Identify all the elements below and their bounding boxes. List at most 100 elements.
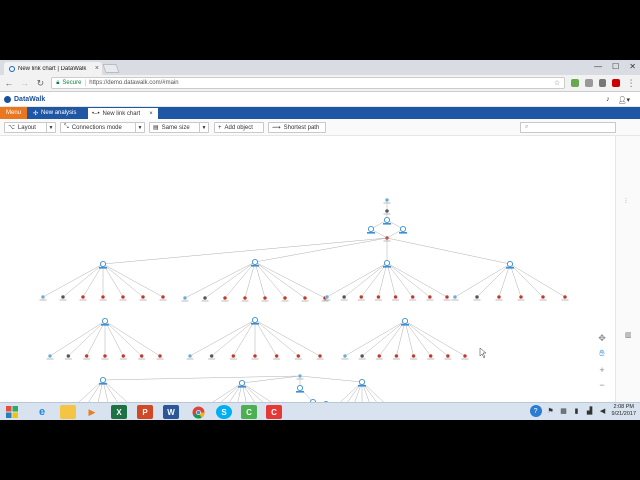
chrome-menu-icon[interactable]: ⋮ — [626, 78, 636, 89]
leaf-node[interactable] — [462, 353, 468, 359]
leaf-node[interactable] — [222, 295, 228, 301]
back-arrow-icon[interactable]: ← — [4, 78, 14, 88]
leaf-node[interactable] — [182, 295, 188, 301]
leaf-node[interactable] — [427, 294, 432, 300]
leaf-node[interactable] — [282, 295, 288, 301]
leaf-node[interactable] — [428, 353, 433, 359]
skype-icon[interactable]: S — [216, 405, 232, 419]
leaf-node[interactable] — [296, 353, 301, 359]
leaf-node[interactable] — [140, 294, 146, 300]
hub-node[interactable] — [251, 258, 259, 266]
leaf-node[interactable] — [160, 294, 166, 300]
hub-node[interactable] — [99, 260, 107, 268]
leaf-node[interactable] — [40, 294, 46, 300]
leaf-node[interactable] — [274, 353, 279, 359]
leaf-node[interactable] — [80, 294, 86, 300]
maximize-button[interactable]: ☐ — [612, 62, 619, 71]
hub-node[interactable] — [296, 384, 304, 392]
new-tab-button[interactable] — [102, 64, 120, 73]
leaf-node[interactable] — [359, 294, 364, 300]
leaf-node[interactable] — [444, 294, 450, 300]
leaf-node[interactable] — [445, 353, 450, 359]
leaf-node[interactable] — [342, 294, 347, 300]
leaf-node[interactable] — [302, 295, 308, 301]
leaf-node[interactable] — [209, 353, 214, 359]
help-icon[interactable]: ? — [529, 405, 542, 417]
volume-icon[interactable]: ◀︎ — [599, 407, 607, 416]
leaf-node[interactable] — [384, 208, 390, 214]
add-object-button[interactable]: + Add object — [214, 122, 264, 133]
tab-new-analysis[interactable]: ✣ New analysis — [30, 107, 84, 119]
camtasia-studio-icon[interactable]: C — [266, 405, 282, 419]
flag-icon[interactable]: ⚑ — [547, 407, 555, 416]
leaf-node[interactable] — [411, 353, 416, 359]
extension-icon[interactable] — [584, 79, 593, 87]
powerpoint-icon[interactable]: P — [137, 405, 153, 419]
leaf-node[interactable] — [120, 294, 126, 300]
hub-node[interactable] — [401, 317, 409, 325]
notification-bell-icon[interactable]: ♪ — [606, 96, 610, 104]
leaf-node[interactable] — [139, 353, 144, 359]
minimize-button[interactable]: — — [594, 62, 602, 71]
file-explorer-icon[interactable] — [60, 405, 76, 419]
layout-dropdown[interactable]: ⌥ Layout ▼ — [4, 122, 56, 133]
link-chart-canvas[interactable] — [0, 136, 615, 402]
hub-node[interactable] — [399, 225, 407, 233]
battery-icon[interactable]: ▮ — [573, 407, 581, 416]
leaf-node[interactable] — [540, 294, 546, 300]
leaf-node[interactable] — [496, 294, 502, 300]
tab-new-link-chart[interactable]: •–• New link chart × — [88, 108, 158, 119]
camtasia-recorder-icon[interactable]: C — [241, 405, 257, 419]
hub-node[interactable] — [383, 216, 391, 224]
url-field[interactable]: 🔒︎ Secure | https://demo.datawalk.com/#m… — [51, 77, 566, 89]
reload-icon[interactable]: ↻ — [35, 78, 45, 89]
close-window-button[interactable]: ✕ — [629, 62, 636, 71]
leaf-node[interactable] — [297, 373, 303, 379]
leaf-node[interactable] — [262, 295, 268, 301]
search-input[interactable]: ⌕ — [520, 122, 616, 133]
leaf-node[interactable] — [393, 294, 398, 300]
leaf-node[interactable] — [102, 353, 108, 359]
hub-node[interactable] — [99, 376, 107, 384]
extension-icon[interactable] — [571, 79, 579, 87]
leaf-node[interactable] — [360, 353, 365, 359]
media-player-icon[interactable]: ▶ — [84, 405, 100, 419]
hub-node[interactable] — [101, 317, 109, 325]
leaf-node[interactable] — [317, 353, 323, 359]
leaf-node[interactable] — [60, 294, 66, 300]
leaf-node[interactable] — [231, 353, 236, 359]
extension-icon[interactable] — [612, 79, 621, 87]
extension-icon[interactable] — [598, 79, 607, 87]
leaf-node[interactable] — [394, 353, 399, 359]
leaf-node[interactable] — [66, 353, 71, 359]
taskbar-clock[interactable]: 2:08 PM 9/21/2017 — [612, 404, 636, 418]
hand-tool-icon[interactable]: ✋︎ — [596, 347, 608, 359]
forward-arrow-icon[interactable]: → — [20, 78, 30, 88]
browser-tab[interactable]: New link chart | DataWalk × — [4, 62, 102, 75]
bookmark-star-icon[interactable]: ☆ — [554, 79, 560, 87]
leaf-node[interactable] — [84, 353, 89, 359]
leaf-node[interactable] — [342, 353, 348, 359]
same-size-dropdown[interactable]: ▤ Same size ▼ — [149, 122, 209, 133]
hub-node[interactable] — [251, 316, 259, 324]
leaf-node[interactable] — [187, 353, 193, 359]
excel-icon[interactable]: X — [111, 405, 127, 419]
leaf-node[interactable] — [47, 353, 53, 359]
leaf-node[interactable] — [100, 294, 106, 300]
properties-panel-icon[interactable]: ⫶ — [625, 198, 632, 206]
pan-icon[interactable]: ✥ — [596, 332, 608, 344]
windows-start-button[interactable] — [4, 405, 20, 419]
leaf-node[interactable] — [562, 294, 568, 300]
connections-mode-dropdown[interactable]: ⤡ Connections mode ▼ — [60, 122, 145, 133]
chrome-icon[interactable] — [190, 405, 206, 419]
leaf-node[interactable] — [202, 295, 208, 301]
leaf-node[interactable] — [121, 353, 126, 359]
leaf-node[interactable] — [252, 353, 258, 359]
word-icon[interactable]: W — [163, 405, 179, 419]
network-tray-icon[interactable]: ▦ — [560, 407, 568, 416]
user-menu-icon[interactable]: 👤︎▾ — [618, 96, 630, 104]
hub-node[interactable] — [506, 260, 514, 268]
internet-explorer-icon[interactable]: e — [34, 405, 50, 419]
notes-panel-icon[interactable]: ▥ — [625, 331, 632, 339]
leaf-node[interactable] — [384, 197, 390, 203]
